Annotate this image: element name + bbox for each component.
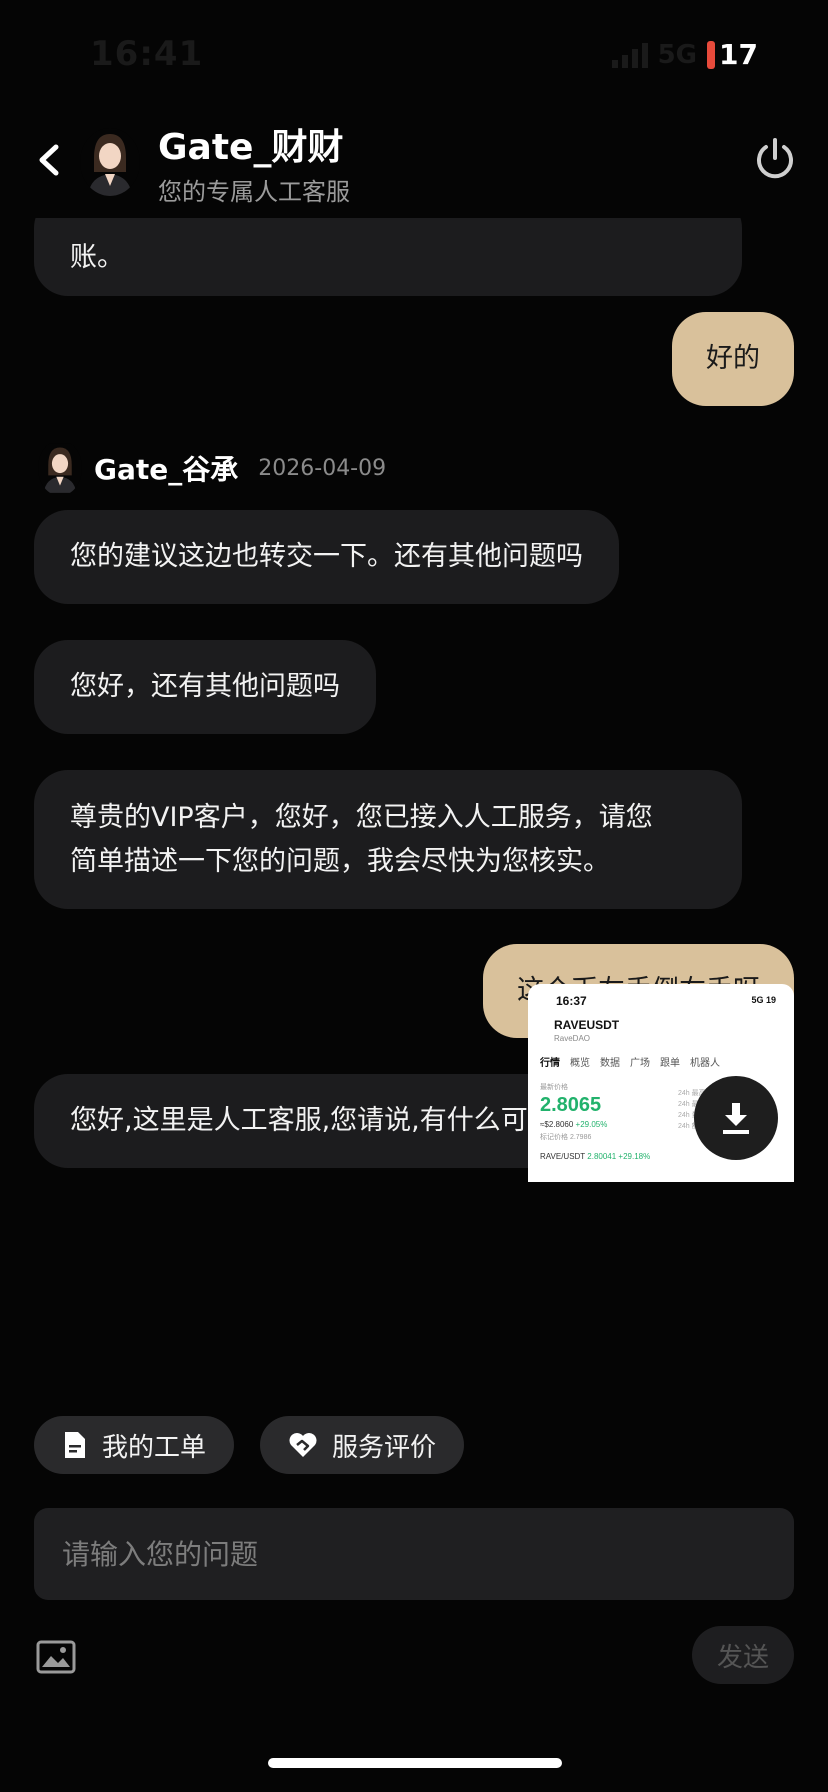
thumb-tab: 概览 (570, 1058, 590, 1069)
agent-message: 尊贵的VIP客户，您好，您已接入人工服务，请您 简单描述一下您的问题，我会尽快为… (34, 770, 742, 909)
chat-header: Gate_财财 您的专属人工客服 (0, 110, 828, 220)
power-icon[interactable] (752, 136, 798, 182)
battery-icon (707, 40, 716, 69)
agent-avatar (80, 128, 140, 196)
thumb-price: 2.8065 (540, 1094, 602, 1116)
image-icon[interactable] (36, 1640, 76, 1674)
agent-info: Gate_谷承 2026-04-09 (38, 440, 386, 496)
thumb-price-label: 最新价格 (540, 1084, 568, 1091)
network-label: 5G (657, 39, 698, 70)
my-tickets-label: 我的工单 (102, 1432, 207, 1463)
service-rating-label: 服务评价 (332, 1432, 437, 1463)
thumb-tab: 广场 (630, 1058, 650, 1069)
message-text: 好的 (706, 343, 760, 374)
thumb-time: 16:37 (556, 994, 587, 1008)
signal-icon (611, 42, 648, 68)
message-date: 2026-04-09 (258, 455, 387, 481)
status-indicators: 5G 17 (611, 38, 758, 71)
document-icon (65, 1432, 85, 1458)
thumb-tab: 行情 (540, 1058, 560, 1069)
thumb-footer: RAVE/USDT 2.80041 +29.18% (540, 1152, 651, 1161)
thumb-pair: RAVEUSDT (554, 1018, 620, 1032)
home-indicator (268, 1758, 562, 1768)
thumb-tab: 跟单 (660, 1058, 680, 1069)
download-button[interactable] (694, 1076, 778, 1160)
message-list[interactable]: 账。 好的 Gate_谷承 2026-04-09 您的建议这边也转交一下。还有其… (0, 218, 828, 1398)
back-icon[interactable] (30, 135, 70, 185)
message-text: 您好，还有其他问题吗 (70, 671, 340, 702)
message-input[interactable] (34, 1508, 794, 1600)
thumb-tab: 机器人 (690, 1058, 720, 1069)
thumb-usd: ≈$2.8060 +29.05% (540, 1120, 608, 1129)
user-message: 好的 (672, 312, 794, 406)
message-text: 账。 (70, 242, 124, 273)
chat-subtitle: 您的专属人工客服 (158, 178, 350, 206)
service-rating-button[interactable]: 服务评价 (260, 1416, 465, 1474)
message-text: 您的建议这边也转交一下。还有其他问题吗 (70, 541, 583, 572)
agent-message: 账。 (34, 218, 742, 296)
message-text-line: 简单描述一下您的问题，我会尽快为您核实。 (70, 846, 610, 877)
thumb-status: 5G 19 (751, 995, 776, 1005)
download-icon (723, 1103, 749, 1134)
send-button[interactable]: 发送 (692, 1626, 794, 1684)
agent-message: 您好，还有其他问题吗 (34, 640, 376, 734)
chat-title: Gate_财财 (158, 127, 344, 168)
heart-handshake-icon (289, 1433, 317, 1457)
my-tickets-button[interactable]: 我的工单 (34, 1416, 235, 1474)
status-time: 16:41 (90, 34, 204, 74)
battery-level: 17 (719, 38, 758, 71)
agent-message: 您的建议这边也转交一下。还有其他问题吗 (34, 510, 619, 604)
thumb-project: RaveDAO (554, 1034, 591, 1043)
battery-indicator: 17 (707, 38, 758, 71)
agent-avatar (38, 443, 82, 493)
message-text-line: 尊贵的VIP客户，您好，您已接入人工服务，请您 (70, 802, 653, 833)
thumb-mark-price: 标记价格 2.7986 (540, 1134, 592, 1141)
agent-name: Gate_谷承 (94, 453, 239, 486)
thumb-tab: 数据 (600, 1058, 620, 1069)
thumb-tabs: 行情 概览 数据 广场 跟单 机器人 (540, 1054, 720, 1069)
